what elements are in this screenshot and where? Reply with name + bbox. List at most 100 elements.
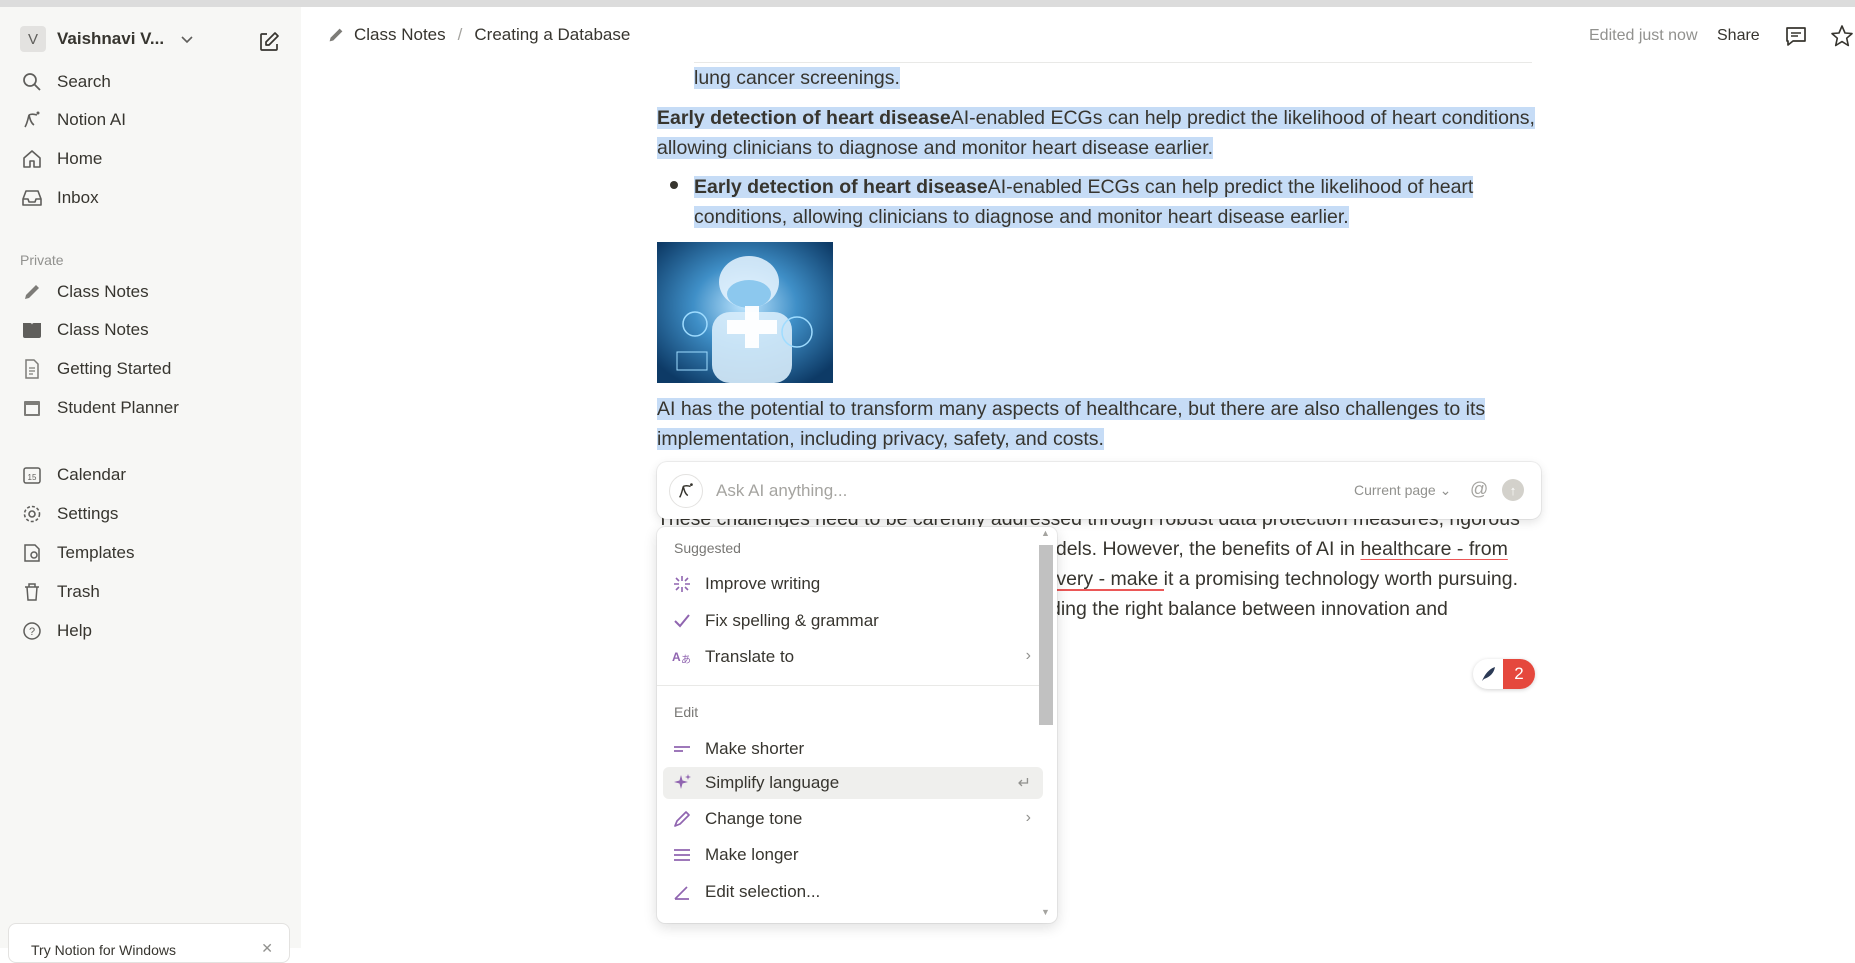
svg-text:15: 15 <box>28 473 37 482</box>
chevron-down-icon <box>181 36 193 44</box>
bullet-text: AI-enabled ECGs can help predict the lik… <box>987 176 1474 198</box>
menu-item-change-tone[interactable]: Change tone › <box>663 803 1043 835</box>
chevron-down-icon: ⌄ <box>1439 482 1452 498</box>
menu-item-make-shorter[interactable]: Make shorter <box>663 733 1043 765</box>
breadcrumb-separator: / <box>457 25 463 44</box>
grammar-suggestions-badge[interactable]: 2 <box>1473 659 1535 689</box>
sidebar-page-class-notes-2[interactable]: Class Notes <box>20 315 149 345</box>
selected-text: AI has the potential to transform many a… <box>657 398 1486 420</box>
templates-icon <box>20 541 44 565</box>
doctor-hologram-illustration <box>657 242 833 383</box>
breadcrumb-item[interactable]: Class Notes <box>354 25 446 45</box>
new-page-icon[interactable] <box>258 31 280 53</box>
scroll-down-arrow[interactable]: ▼ <box>1041 907 1050 917</box>
selected-text: lung cancer screenings. <box>694 67 900 89</box>
search-icon <box>20 70 44 94</box>
sidebar-page-getting-started[interactable]: Getting Started <box>20 354 171 384</box>
paragraph-text: odels. However, the benefits of AI in <box>1045 538 1361 560</box>
menu-item-fix-spelling[interactable]: Fix spelling & grammar <box>663 605 1043 637</box>
sparkles-icon <box>671 772 693 794</box>
share-button[interactable]: Share <box>1717 27 1760 45</box>
paragraph-heart[interactable]: Early detection of heart diseaseAI-enabl… <box>657 103 1535 133</box>
pen-icon <box>671 808 693 830</box>
sidebar-page-class-notes[interactable]: Class Notes <box>20 277 149 307</box>
bullet-point <box>670 181 678 189</box>
svg-text:A: A <box>672 650 681 664</box>
promo-text: Try Notion for Windows <box>31 942 176 958</box>
sidebar-item-settings[interactable]: Settings <box>20 499 118 529</box>
bullet-item-line2[interactable]: conditions, allowing clinicians to diagn… <box>694 202 1349 232</box>
chevron-right-icon: › <box>1025 647 1031 664</box>
scope-dropdown[interactable]: Current page ⌄ <box>1354 482 1451 499</box>
workspace-switcher[interactable]: V Vaishnavi V... <box>20 25 194 53</box>
workspace-name: Vaishnavi V... <box>57 29 165 48</box>
sidebar-item-help[interactable]: ? Help <box>20 616 92 646</box>
menu-item-label: Improve writing <box>705 574 821 593</box>
menu-item-translate[interactable]: Aあ Translate to › <box>663 641 1043 673</box>
ask-ai-input[interactable] <box>716 477 1316 505</box>
paragraph-heart-line2[interactable]: allowing clinicians to diagnose and moni… <box>657 133 1214 163</box>
feather-icon <box>1473 659 1503 689</box>
selected-text: conditions, allowing clinicians to diagn… <box>694 206 1349 228</box>
menu-item-label: Translate to <box>705 647 795 666</box>
svg-text:?: ? <box>29 626 35 638</box>
translate-icon: Aあ <box>671 646 693 668</box>
enter-key-icon: ↵ <box>1017 775 1031 792</box>
sidebar-item-label: Trash <box>57 582 100 601</box>
bold-text: Early detection of heart disease <box>657 107 951 129</box>
sidebar-item-label: Templates <box>57 543 135 562</box>
sidebar-item-search[interactable]: Search <box>20 67 111 97</box>
menu-scrollbar-thumb[interactable] <box>1039 545 1053 725</box>
arrow-up-icon: ↑ <box>1509 482 1517 498</box>
document-icon <box>20 357 44 381</box>
menu-item-label: Fix spelling & grammar <box>705 611 879 630</box>
send-button[interactable]: ↑ <box>1502 479 1524 501</box>
menu-item-make-longer[interactable]: Make longer <box>663 839 1043 871</box>
breadcrumb-item[interactable]: Creating a Database <box>474 25 630 45</box>
sidebar-item-label: Search <box>57 72 111 91</box>
star-icon[interactable] <box>1830 24 1854 48</box>
text-line[interactable]: lung cancer screenings. <box>694 63 900 93</box>
scroll-up-arrow[interactable]: ▲ <box>1041 528 1050 538</box>
spelling-flag[interactable]: ivery - make <box>1052 568 1158 590</box>
chevron-right-icon: › <box>1025 809 1031 826</box>
sidebar-item-trash[interactable]: Trash <box>20 577 100 607</box>
inbox-icon <box>20 186 44 210</box>
paragraph-potential[interactable]: AI has the potential to transform many a… <box>657 394 1486 424</box>
svg-text:あ: あ <box>681 654 691 666</box>
sidebar-item-label: Home <box>57 149 103 168</box>
edited-status: Edited just now <box>1589 27 1698 44</box>
longer-lines-icon <box>671 844 693 866</box>
bullet-item[interactable]: Early detection of heart diseaseAI-enabl… <box>694 172 1474 202</box>
edit-angle-icon <box>671 881 693 903</box>
spelling-flag[interactable]: healthcare - from <box>1360 538 1507 560</box>
sidebar-item-notion-ai[interactable]: Notion AI <box>20 105 126 135</box>
desktop-app-promo[interactable]: Try Notion for Windows ✕ <box>8 923 290 963</box>
menu-item-edit-selection[interactable]: Edit selection... <box>663 876 1043 908</box>
mention-button[interactable]: @ <box>1470 479 1488 500</box>
shorter-lines-icon <box>671 738 693 760</box>
sidebar-item-calendar[interactable]: 15 Calendar <box>20 460 126 490</box>
comments-icon[interactable] <box>1784 24 1808 48</box>
menu-item-simplify-language[interactable]: Simplify language ↵ <box>663 767 1043 799</box>
sidebar-item-label: Notion AI <box>57 110 126 129</box>
sidebar-item-templates[interactable]: Templates <box>20 538 134 568</box>
help-icon: ? <box>20 619 44 643</box>
close-icon[interactable]: ✕ <box>261 940 273 957</box>
pencil-icon <box>20 280 44 304</box>
sidebar-item-inbox[interactable]: Inbox <box>20 183 99 213</box>
private-section-label: Private <box>20 252 64 268</box>
check-icon <box>671 610 693 632</box>
paragraph-challenges-line2[interactable]: odels. However, the benefits of AI in he… <box>1045 534 1508 564</box>
sidebar-page-student-planner[interactable]: Student Planner <box>20 393 179 423</box>
menu-item-label: Change tone <box>705 809 803 828</box>
healthcare-ai-image[interactable] <box>657 242 833 383</box>
sidebar-item-home[interactable]: Home <box>20 144 102 174</box>
paragraph-potential-line2[interactable]: implementation, including privacy, safet… <box>657 424 1104 454</box>
ai-prompt-bar: Current page ⌄ @ ↑ <box>657 462 1541 519</box>
home-icon <box>20 147 44 171</box>
menu-item-improve-writing[interactable]: Improve writing <box>663 568 1043 600</box>
gear-icon <box>20 502 44 526</box>
menu-item-label: Make shorter <box>705 739 805 758</box>
paragraph-challenges-line4[interactable]: ding the right balance between innovatio… <box>1050 594 1448 624</box>
